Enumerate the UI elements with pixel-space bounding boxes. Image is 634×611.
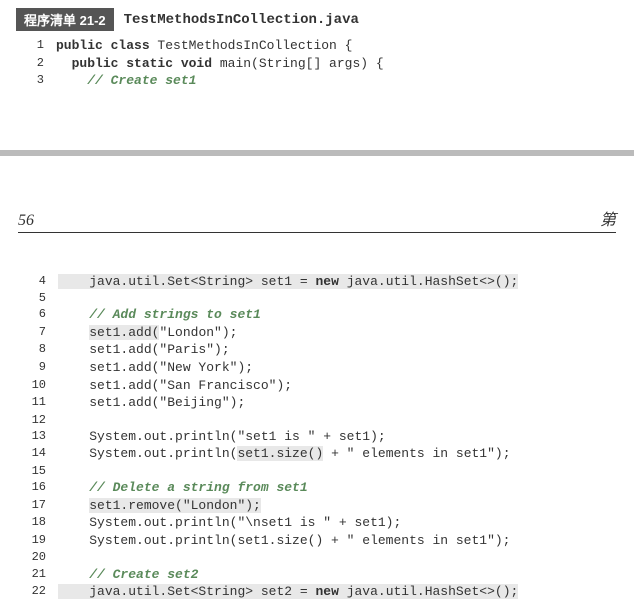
- code-text: set1.add("London");: [58, 324, 237, 342]
- code-block-bottom: 4 java.util.Set<String> set1 = new java.…: [18, 273, 616, 601]
- code-text: set1.add("San Francisco");: [58, 377, 292, 395]
- line-number: 7: [18, 324, 58, 342]
- top-section: 程序清单 21-2 TestMethodsInCollection.java 1…: [0, 0, 634, 110]
- code-line: 4 java.util.Set<String> set1 = new java.…: [18, 273, 616, 291]
- listing-filename: TestMethodsInCollection.java: [124, 12, 359, 28]
- code-line: 16 // Delete a string from set1: [18, 479, 616, 497]
- listing-badge: 程序清单 21-2: [16, 8, 114, 31]
- code-text: System.out.println("set1 is " + set1);: [58, 428, 386, 446]
- code-line: 6 // Add strings to set1: [18, 306, 616, 324]
- code-line: 3 // Create set1: [16, 72, 618, 90]
- code-text: set1.add("Paris");: [58, 341, 230, 359]
- code-line: 5: [18, 290, 616, 306]
- code-line: 7 set1.add("London");: [18, 324, 616, 342]
- code-line: 13 System.out.println("set1 is " + set1)…: [18, 428, 616, 446]
- code-line: 9 set1.add("New York");: [18, 359, 616, 377]
- line-number: 22: [18, 583, 58, 601]
- code-text: set1.remove("London");: [58, 497, 261, 515]
- line-number: 11: [18, 394, 58, 412]
- line-number: 3: [16, 72, 56, 90]
- code-line: 20: [18, 549, 616, 565]
- line-number: 10: [18, 377, 58, 395]
- code-line: 2 public static void main(String[] args)…: [16, 55, 618, 73]
- code-text: // Add strings to set1: [58, 306, 261, 324]
- code-line: 21 // Create set2: [18, 566, 616, 584]
- code-line: 8 set1.add("Paris");: [18, 341, 616, 359]
- bottom-section: 4 java.util.Set<String> set1 = new java.…: [0, 233, 634, 611]
- line-number: 5: [18, 290, 58, 306]
- line-number: 2: [16, 55, 56, 73]
- code-text: // Delete a string from set1: [58, 479, 308, 497]
- line-number: 13: [18, 428, 58, 446]
- code-line: 22 java.util.Set<String> set2 = new java…: [18, 583, 616, 601]
- code-line: 18 System.out.println("\nset1 is " + set…: [18, 514, 616, 532]
- code-text: java.util.Set<String> set1 = new java.ut…: [58, 273, 518, 291]
- line-number: 12: [18, 412, 58, 428]
- code-block-top: 1public class TestMethodsInCollection {2…: [16, 37, 618, 90]
- code-line: 14 System.out.println(set1.size() + " el…: [18, 445, 616, 463]
- line-number: 21: [18, 566, 58, 584]
- code-line: 1public class TestMethodsInCollection {: [16, 37, 618, 55]
- code-line: 12: [18, 412, 616, 428]
- line-number: 14: [18, 445, 58, 463]
- listing-header: 程序清单 21-2 TestMethodsInCollection.java: [16, 8, 618, 31]
- line-number: 16: [18, 479, 58, 497]
- code-text: System.out.println(set1.size() + " eleme…: [58, 445, 511, 463]
- line-number: 4: [18, 273, 58, 291]
- code-line: 17 set1.remove("London");: [18, 497, 616, 515]
- line-number: 15: [18, 463, 58, 479]
- code-text: java.util.Set<String> set2 = new java.ut…: [58, 583, 518, 601]
- code-line: 15: [18, 463, 616, 479]
- code-text: public static void main(String[] args) {: [56, 55, 384, 73]
- line-number: 6: [18, 306, 58, 324]
- code-line: 10 set1.add("San Francisco");: [18, 377, 616, 395]
- line-number: 17: [18, 497, 58, 515]
- page-right-label: 第: [600, 206, 616, 230]
- code-text: // Create set1: [56, 72, 196, 90]
- code-text: // Create set2: [58, 566, 198, 584]
- page-number: 56: [18, 212, 34, 230]
- line-number: 1: [16, 37, 56, 55]
- line-number: 20: [18, 549, 58, 565]
- line-number: 18: [18, 514, 58, 532]
- code-line: 11 set1.add("Beijing");: [18, 394, 616, 412]
- code-text: set1.add("Beijing");: [58, 394, 245, 412]
- line-number: 9: [18, 359, 58, 377]
- page-divider: [0, 150, 634, 156]
- line-number: 8: [18, 341, 58, 359]
- page-header: 56 第: [18, 206, 616, 233]
- code-text: System.out.println("\nset1 is " + set1);: [58, 514, 401, 532]
- code-text: set1.add("New York");: [58, 359, 253, 377]
- code-text: public class TestMethodsInCollection {: [56, 37, 352, 55]
